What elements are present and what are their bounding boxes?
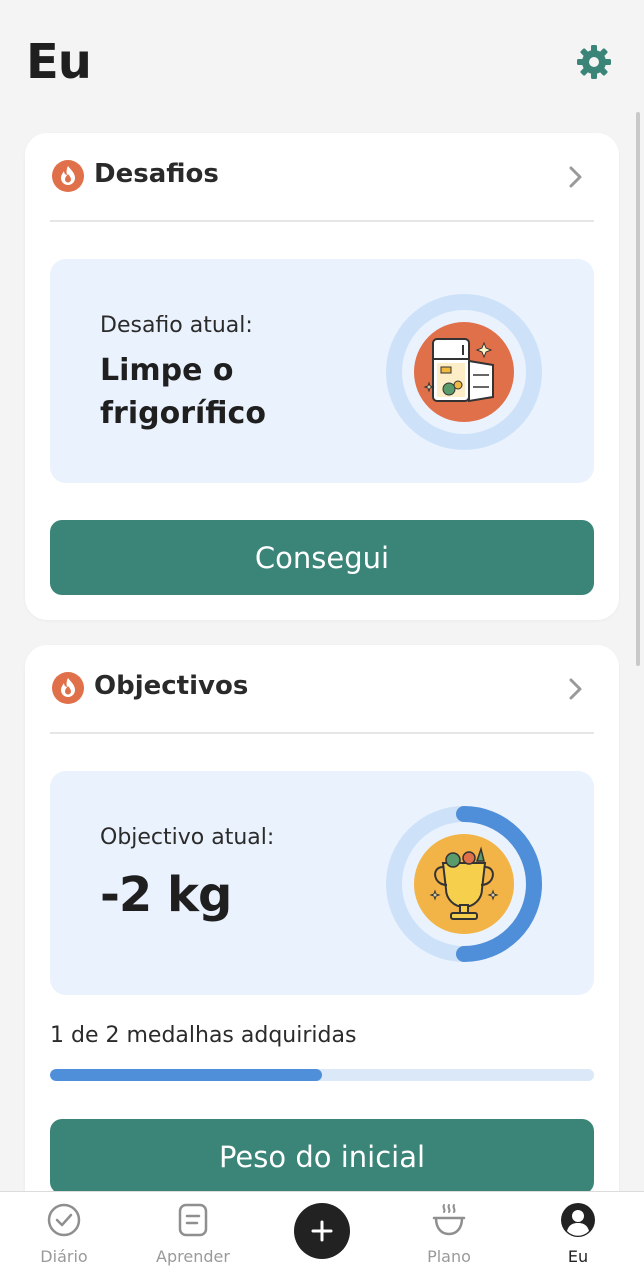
current-goal-panel: Objectivo atual: -2 kg — [50, 771, 594, 995]
flame-icon — [52, 160, 84, 192]
page-title: Eu — [26, 34, 92, 90]
challenges-title: Desafios — [94, 159, 219, 189]
challenges-card: Desafios Desafio atual: Limpe o frigoríf… — [25, 133, 619, 620]
check-circle-icon — [47, 1203, 81, 1237]
goals-card: Objectivos Objectivo atual: -2 kg 1 de 2… — [25, 645, 619, 1245]
nav-item-me[interactable]: Eu — [518, 1192, 638, 1280]
nav-label-me: Eu — [567, 1247, 589, 1266]
goals-header[interactable]: Objectivos — [25, 645, 619, 733]
flame-icon — [52, 672, 84, 704]
goals-title: Objectivos — [94, 671, 249, 701]
current-challenge-value-line2: frigorífico — [100, 396, 266, 431]
nav-item-learn[interactable]: Aprender — [133, 1192, 253, 1280]
divider — [50, 220, 594, 222]
book-icon — [178, 1203, 208, 1237]
current-challenge-panel: Desafio atual: Limpe o frigorífico — [50, 259, 594, 483]
trophy-illustration — [386, 806, 542, 962]
current-challenge-value-line1: Limpe o — [100, 353, 234, 388]
initial-weight-button[interactable]: Peso do inicial — [50, 1119, 594, 1194]
add-button[interactable] — [294, 1203, 350, 1259]
medals-progress-fill — [50, 1069, 322, 1081]
nav-item-plan[interactable]: Plano — [389, 1192, 509, 1280]
scrollbar[interactable] — [636, 112, 640, 666]
chevron-right-icon — [569, 166, 582, 188]
bowl-icon — [432, 1204, 466, 1236]
plus-icon — [311, 1220, 333, 1242]
nav-label-diary: Diário — [40, 1247, 88, 1266]
current-challenge-value: Limpe o frigorífico — [100, 349, 360, 435]
current-challenge-label: Desafio atual: — [100, 313, 253, 338]
current-goal-label: Objectivo atual: — [100, 825, 275, 850]
header: Eu — [0, 0, 644, 120]
medals-progress-text: 1 de 2 medalhas adquiridas — [50, 1023, 357, 1048]
nav-label-plan: Plano — [427, 1247, 471, 1266]
medals-progress-bar — [50, 1069, 594, 1081]
profile-screen: Eu Desafios Desafio atual: Limpe o frigo… — [0, 0, 644, 1280]
fridge-illustration — [386, 294, 542, 450]
gear-icon[interactable] — [576, 44, 612, 80]
divider — [50, 732, 594, 734]
profile-icon — [561, 1203, 595, 1237]
current-goal-value: -2 kg — [100, 867, 232, 923]
completed-button[interactable]: Consegui — [50, 520, 594, 595]
nav-label-learn: Aprender — [156, 1247, 230, 1266]
challenges-header[interactable]: Desafios — [25, 133, 619, 221]
bottom-nav: Diário Aprender Plano Eu — [0, 1191, 644, 1280]
chevron-right-icon — [569, 678, 582, 700]
nav-item-diary[interactable]: Diário — [4, 1192, 124, 1280]
